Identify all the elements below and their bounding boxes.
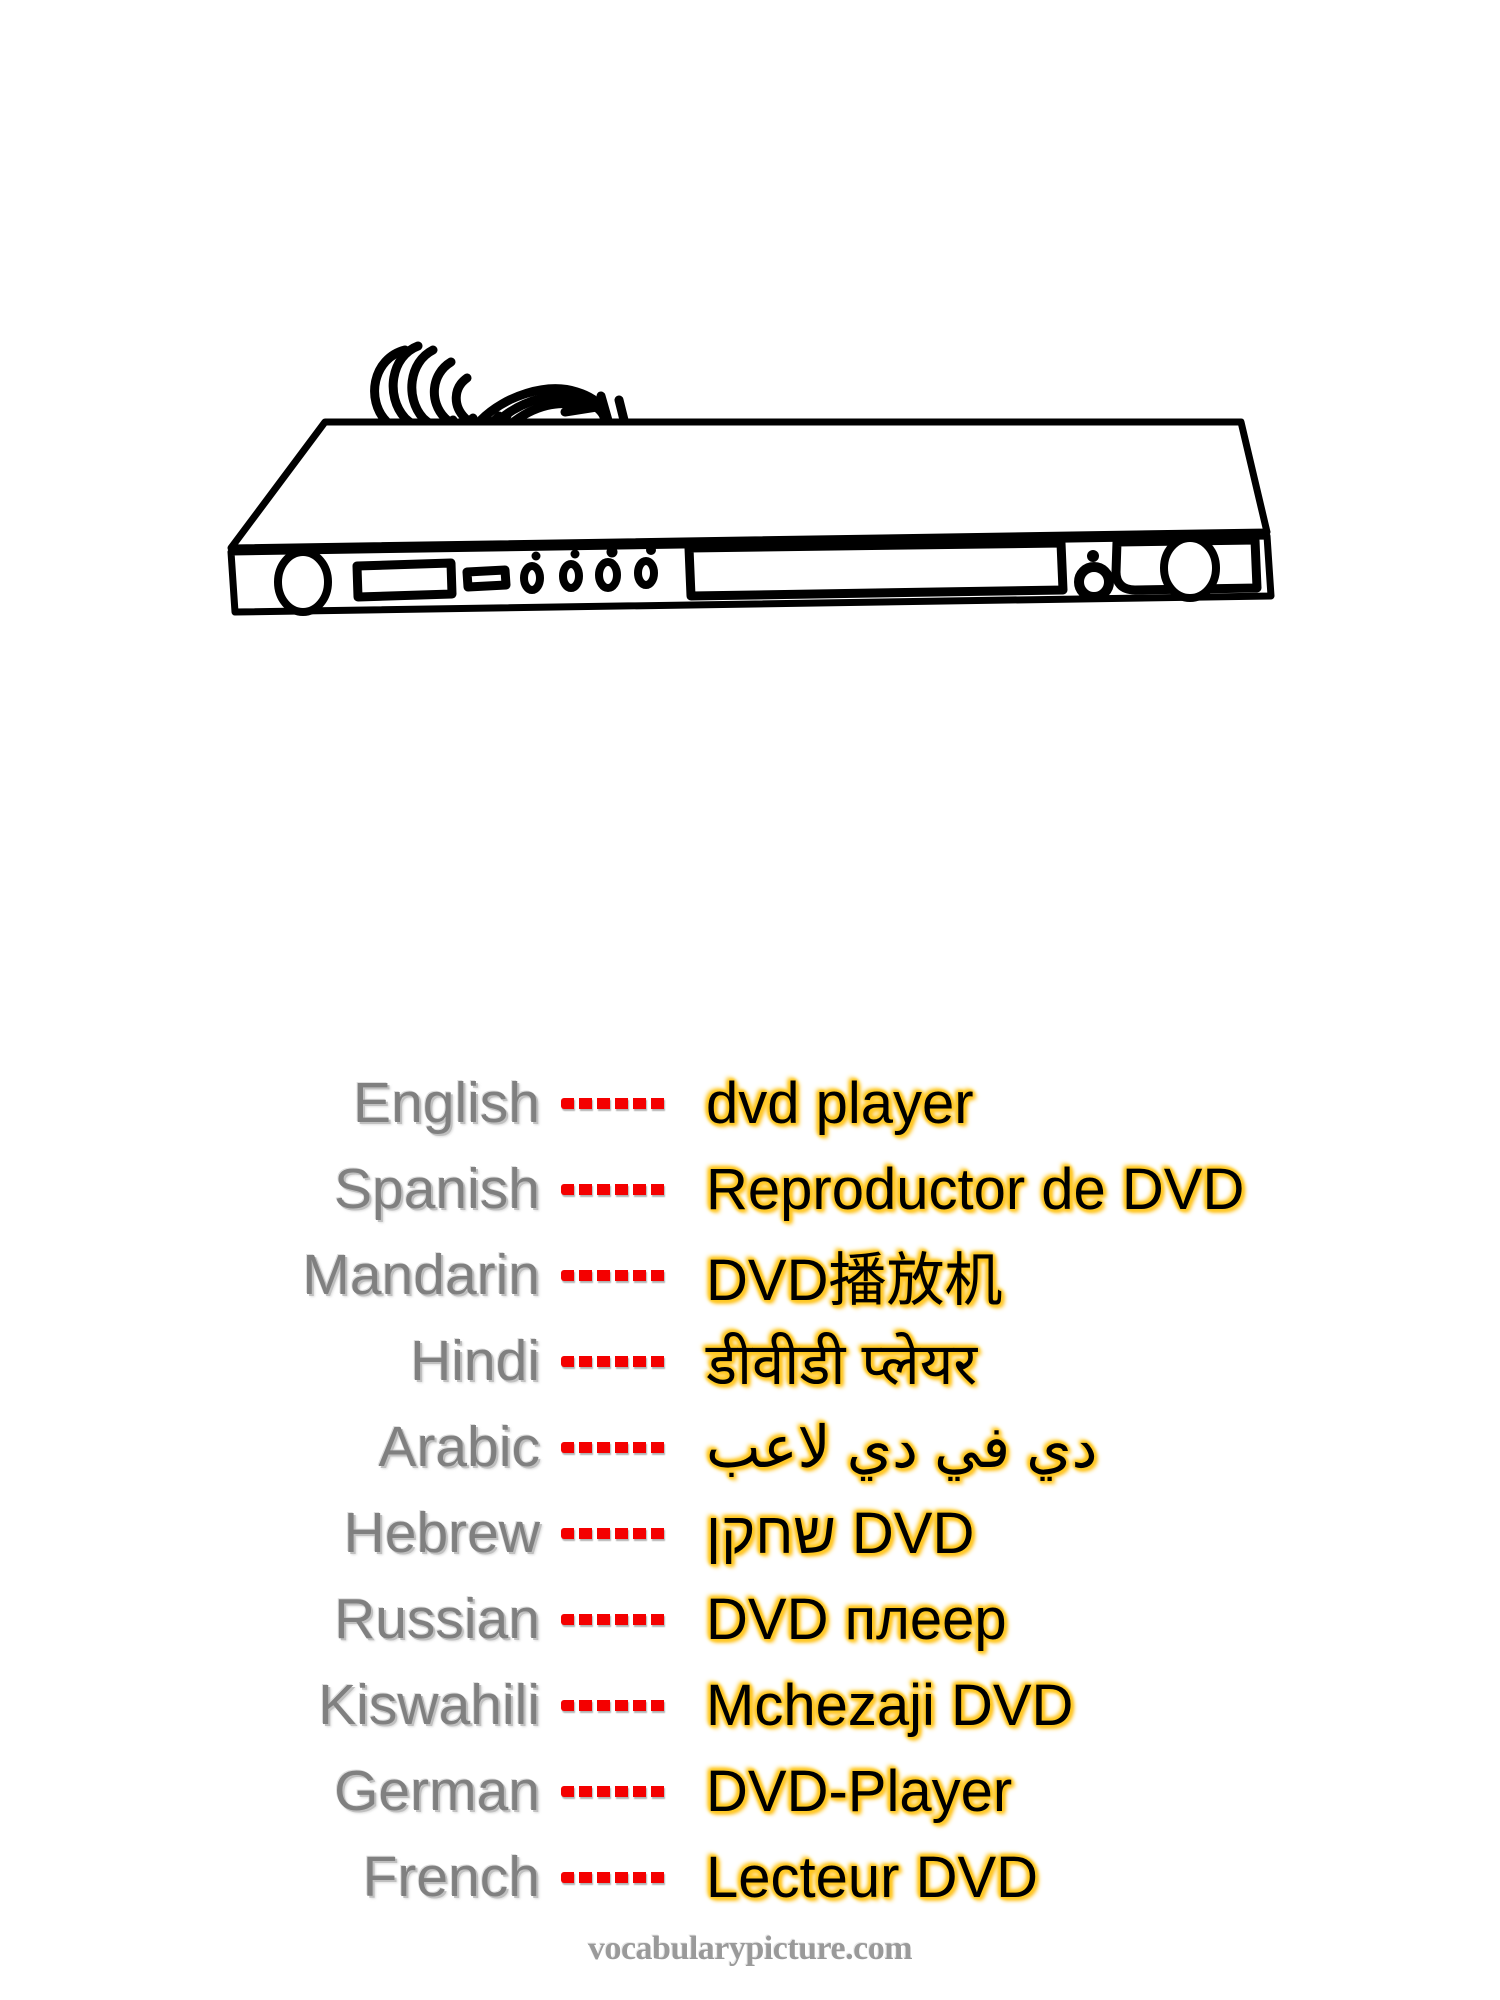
footer-watermark: vocabularypicture.com [0, 1930, 1500, 1968]
language-cell: French [0, 1844, 540, 1910]
dashed-separator-icon [561, 1871, 669, 1883]
control-led-3 [606, 546, 618, 558]
table-row: Russian DVD плеер [0, 1576, 1500, 1662]
dashed-separator-icon [561, 1355, 669, 1367]
separator-cell [540, 1613, 690, 1625]
dashed-separator-icon [561, 1097, 669, 1109]
dashed-separator-icon [561, 1441, 669, 1453]
disc-tray[interactable] [684, 538, 1068, 601]
language-cell: Mandarin [0, 1242, 540, 1308]
term-cell: DVD播放机 [690, 1233, 1500, 1317]
control-button-4[interactable] [634, 557, 658, 589]
language-label: Spanish [334, 1157, 540, 1221]
translated-term: dvd player [706, 1070, 974, 1136]
language-label: German [334, 1759, 540, 1823]
separator-cell [540, 1699, 690, 1711]
dashed-separator-icon [561, 1613, 669, 1625]
language-cell: Hebrew [0, 1500, 540, 1566]
language-cell: Hindi [0, 1328, 540, 1394]
language-cell: Kiswahili [0, 1672, 540, 1738]
eject-button[interactable] [1074, 562, 1114, 602]
term-cell: שחקן DVD [690, 1500, 1500, 1567]
term-cell: Lecteur DVD [690, 1844, 1500, 1911]
dashed-separator-icon [561, 1527, 669, 1539]
language-cell: German [0, 1758, 540, 1824]
illustration-area [0, 0, 1500, 780]
table-row: German DVD-Player [0, 1748, 1500, 1834]
table-row: Spanish Reproductor de DVD [0, 1146, 1500, 1232]
separator-cell [540, 1269, 690, 1281]
language-label: French [362, 1845, 540, 1909]
term-cell: Mchezaji DVD [690, 1672, 1500, 1739]
table-row: Mandarin DVD播放机 [0, 1232, 1500, 1318]
language-label: Russian [334, 1587, 540, 1651]
language-label: Arabic [378, 1415, 540, 1479]
language-label: Kiswahili [318, 1673, 540, 1737]
language-cell: Russian [0, 1586, 540, 1652]
table-row: Hindi डीवीडी प्लेयर [0, 1318, 1500, 1404]
control-button-3[interactable] [595, 558, 621, 592]
translated-term: دي في دي لاعب [706, 1415, 1098, 1480]
control-led-1 [531, 551, 541, 561]
vocabulary-translation-table: English dvd player Spanish Reproductor d… [0, 1060, 1500, 1920]
term-cell: DVD плеер [690, 1586, 1500, 1653]
translated-term: डीवीडी प्लेयर [706, 1331, 978, 1397]
dvd-player-illustration [227, 341, 1275, 616]
translated-term: Mchezaji DVD [706, 1672, 1074, 1738]
term-cell: dvd player [690, 1070, 1500, 1137]
table-row: Hebrew שחקן DVD [0, 1490, 1500, 1576]
separator-cell [540, 1871, 690, 1883]
watermark-text: vocabularypicture.com [587, 1930, 913, 1967]
separator-cell [540, 1527, 690, 1539]
translated-term: DVD-Player [706, 1758, 1013, 1824]
table-row: Kiswahili Mchezaji DVD [0, 1662, 1500, 1748]
separator-cell [540, 1355, 690, 1367]
language-cell: English [0, 1070, 540, 1136]
separator-cell [540, 1183, 690, 1195]
control-button-1[interactable] [520, 562, 544, 594]
dashed-separator-icon [561, 1269, 669, 1281]
top-panel [227, 418, 1271, 552]
dashed-separator-icon [561, 1699, 669, 1711]
term-cell: دي في دي لاعب [690, 1413, 1500, 1481]
small-indicator [462, 565, 511, 592]
eject-led [1087, 550, 1099, 562]
term-cell: DVD-Player [690, 1758, 1500, 1825]
separator-cell [540, 1785, 690, 1797]
table-row: French Lecteur DVD [0, 1834, 1500, 1920]
term-cell: Reproductor de DVD [690, 1156, 1500, 1223]
display-window [352, 558, 457, 602]
translated-term: Reproductor de DVD [706, 1156, 1245, 1222]
right-knob[interactable] [1160, 534, 1220, 602]
translated-term: DVD плеер [706, 1586, 1007, 1652]
language-label: Hebrew [343, 1501, 540, 1565]
translated-term: DVD播放机 [706, 1248, 1003, 1313]
power-button[interactable] [274, 548, 332, 616]
separator-cell [540, 1097, 690, 1109]
term-cell: डीवीडी प्लेयर [690, 1322, 1500, 1401]
control-button-2[interactable] [559, 560, 583, 592]
table-row: English dvd player [0, 1060, 1500, 1146]
control-led-4 [646, 545, 656, 555]
dashed-separator-icon [561, 1785, 669, 1797]
language-label: Mandarin [302, 1243, 540, 1307]
language-cell: Spanish [0, 1156, 540, 1222]
translated-term: Lecteur DVD [706, 1844, 1039, 1910]
table-row: Arabic دي في دي لاعب [0, 1404, 1500, 1490]
separator-cell [540, 1441, 690, 1453]
translated-term: שחקן DVD [706, 1500, 975, 1566]
language-label: English [353, 1071, 540, 1135]
dashed-separator-icon [561, 1183, 669, 1195]
language-label: Hindi [410, 1329, 540, 1393]
language-cell: Arabic [0, 1414, 540, 1480]
control-led-2 [570, 549, 580, 559]
